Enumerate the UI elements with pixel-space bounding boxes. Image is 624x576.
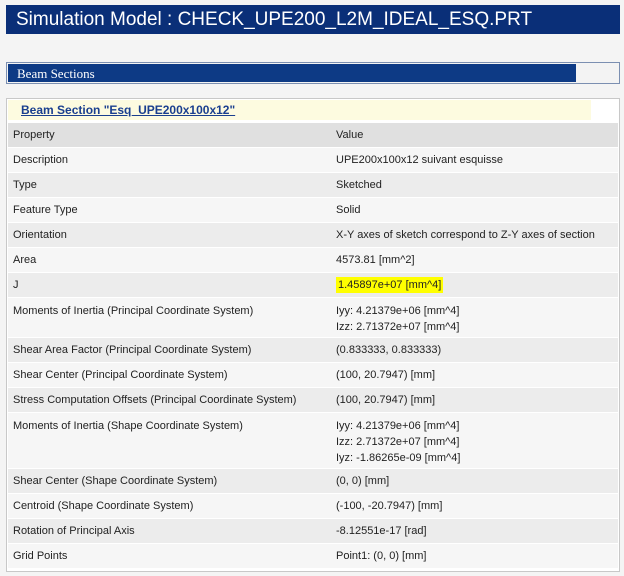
property-value: (0, 0) [mm] [329,468,618,494]
table-row: Description UPE200x100x12 suivant esquis… [8,147,618,173]
window-title: Simulation Model : CHECK_UPE200_L2M_IDEA… [6,5,620,34]
table-row: Grid Points Point1: (0, 0) [mm] [8,543,618,568]
property-key: Feature Type [8,197,329,223]
property-value: UPE200x100x12 suivant esquisse [329,147,618,173]
property-value: (100, 20.7947) [mm] [329,387,618,413]
value-line: Izz: 2.71372e+07 [mm^4] [336,321,460,333]
highlighted-value: 1.45897e+07 [mm^4] [336,277,444,293]
property-key: Stress Computation Offsets (Principal Co… [8,387,329,413]
property-value: (0.833333, 0.833333) [329,337,618,363]
property-value: Iyy: 4.21379e+06 [mm^4] Izz: 2.71372e+07… [329,412,618,469]
value-line: Iyy: 4.21379e+06 [mm^4] [336,420,460,432]
beam-sections-label: Beam Sections [8,64,576,82]
property-value: (100, 20.7947) [mm] [329,362,618,388]
table-row: Feature Type Solid [8,197,618,223]
property-value: -8.12551e-17 [rad] [329,518,618,544]
property-key: Area [8,247,329,273]
property-value: Solid [329,197,618,223]
value-line: Iyz: -1.86265e-09 [mm^4] [336,452,461,464]
property-key: Moments of Inertia (Principal Coordinate… [8,297,329,338]
property-value: 1.45897e+07 [mm^4] [329,272,618,298]
property-key: Type [8,172,329,198]
property-key: Shear Center (Shape Coordinate System) [8,468,329,494]
property-key: Description [8,147,329,173]
property-key: Shear Center (Principal Coordinate Syste… [8,362,329,388]
property-value: (-100, -20.7947) [mm] [329,493,618,519]
table-header-row: Property Value [8,122,618,148]
value-line: Izz: 2.71372e+07 [mm^4] [336,436,460,448]
beam-sections-header[interactable]: Beam Sections [6,62,620,84]
property-value: Sketched [329,172,618,198]
table-row: Moments of Inertia (Principal Coordinate… [8,297,618,338]
property-key: Rotation of Principal Axis [8,518,329,544]
column-header-property: Property [8,122,329,148]
property-key: Moments of Inertia (Shape Coordinate Sys… [8,412,329,469]
table-row: Rotation of Principal Axis -8.12551e-17 … [8,518,618,544]
table-row: Centroid (Shape Coordinate System) (-100… [8,493,618,519]
table-row: Shear Center (Principal Coordinate Syste… [8,362,618,388]
table-row: J 1.45897e+07 [mm^4] [8,272,618,298]
property-key: J [8,272,329,298]
table-row: Orientation X-Y axes of sketch correspon… [8,222,618,248]
table-row: Stress Computation Offsets (Principal Co… [8,387,618,413]
table-row: Shear Center (Shape Coordinate System) (… [8,468,618,494]
properties-table: Property Value Description UPE200x100x12… [8,122,618,568]
property-key: Orientation [8,222,329,248]
property-value: Iyy: 4.21379e+06 [mm^4] Izz: 2.71372e+07… [329,297,618,338]
table-row: Type Sketched [8,172,618,198]
section-title-bar: Beam Section "Esq_UPE200x100x12" [8,100,591,120]
beam-section-link[interactable]: Beam Section "Esq_UPE200x100x12" [21,103,235,117]
table-row: Shear Area Factor (Principal Coordinate … [8,337,618,363]
table-row: Area 4573.81 [mm^2] [8,247,618,273]
property-key: Centroid (Shape Coordinate System) [8,493,329,519]
value-line: Iyy: 4.21379e+06 [mm^4] [336,305,460,317]
table-row: Moments of Inertia (Shape Coordinate Sys… [8,412,618,469]
column-header-value: Value [329,122,618,148]
property-value: Point1: (0, 0) [mm] [329,543,618,568]
beam-section-panel: Beam Section "Esq_UPE200x100x12" Propert… [6,98,620,572]
property-key: Grid Points [8,543,329,568]
property-value: X-Y axes of sketch correspond to Z-Y axe… [329,222,618,248]
property-value: 4573.81 [mm^2] [329,247,618,273]
property-key: Shear Area Factor (Principal Coordinate … [8,337,329,363]
